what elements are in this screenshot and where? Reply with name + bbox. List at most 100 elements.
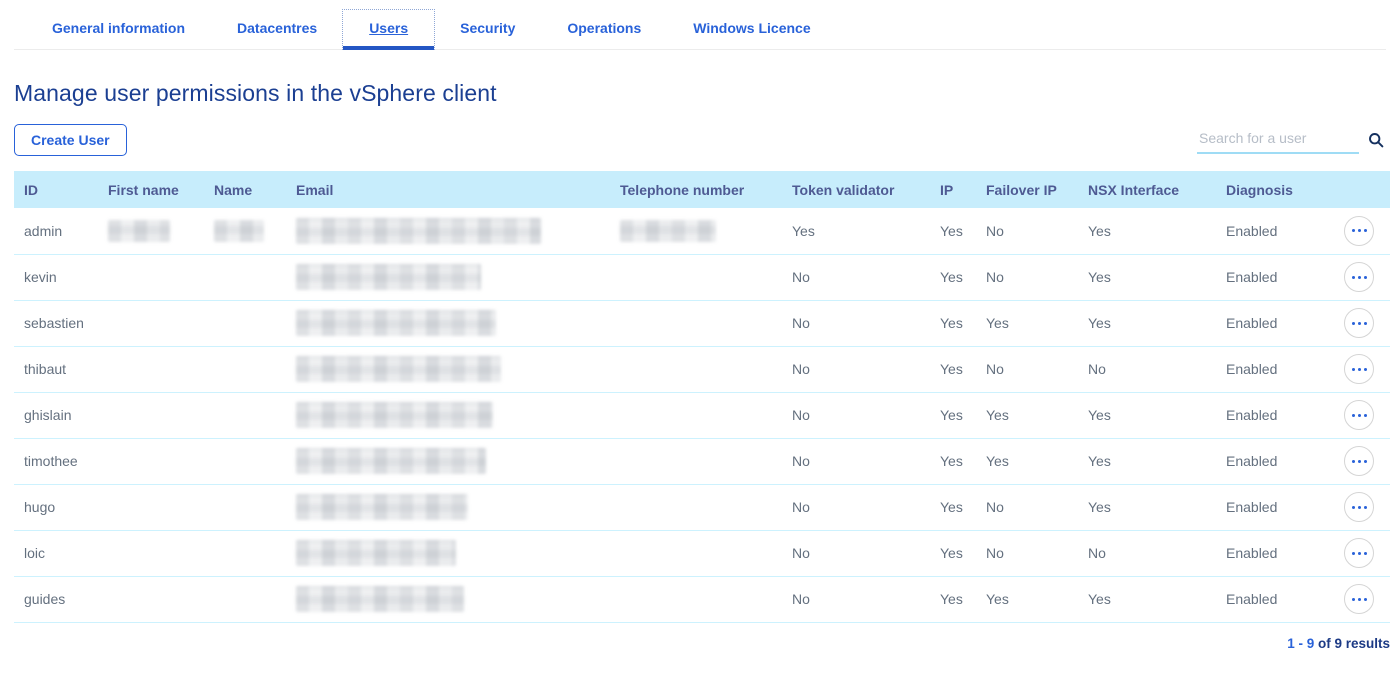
tab-label: Users (369, 20, 408, 36)
first-name-cell (108, 576, 214, 622)
failover-ip-cell: Yes (986, 300, 1088, 346)
name-cell (214, 300, 296, 346)
nsx-interface-cell: Yes (1088, 484, 1226, 530)
ip-cell: Yes (940, 576, 986, 622)
row-actions-button[interactable] (1344, 216, 1374, 246)
actions-cell (1330, 300, 1390, 346)
table-row: admin Yes Yes No Yes Enabled (14, 208, 1390, 254)
token-validator-cell: No (792, 392, 940, 438)
telephone-cell (620, 254, 792, 300)
email-cell (296, 208, 620, 254)
ip-cell: Yes (940, 392, 986, 438)
pagination-suffix: of 9 results (1318, 636, 1390, 651)
failover-ip-cell: No (986, 346, 1088, 392)
actions-cell (1330, 208, 1390, 254)
name-cell (214, 208, 296, 254)
tab-label: Windows Licence (693, 20, 810, 36)
column-header-nsx-interface: NSX Interface (1088, 171, 1226, 208)
tab-label: Datacentres (237, 20, 317, 36)
tab-security[interactable]: Security (434, 10, 541, 49)
user-id-cell: sebastien (14, 300, 108, 346)
tab-general-information[interactable]: General information (26, 10, 211, 49)
redacted-name (214, 220, 264, 242)
token-validator-cell: Yes (792, 208, 940, 254)
diagnosis-cell: Enabled (1226, 254, 1330, 300)
nsx-interface-cell: Yes (1088, 392, 1226, 438)
row-actions-button[interactable] (1344, 446, 1374, 476)
ellipsis-icon (1352, 414, 1355, 417)
email-cell (296, 300, 620, 346)
redacted-email (296, 586, 464, 612)
tab-label: General information (52, 20, 185, 36)
row-actions-button[interactable] (1344, 262, 1374, 292)
row-actions-button[interactable] (1344, 308, 1374, 338)
telephone-cell (620, 530, 792, 576)
actions-cell (1330, 530, 1390, 576)
telephone-cell (620, 484, 792, 530)
tab-operations[interactable]: Operations (541, 10, 667, 49)
tab-windows-licence[interactable]: Windows Licence (667, 10, 836, 49)
name-cell (214, 484, 296, 530)
telephone-cell (620, 392, 792, 438)
first-name-cell (108, 346, 214, 392)
token-validator-cell: No (792, 254, 940, 300)
name-cell (214, 530, 296, 576)
first-name-cell (108, 484, 214, 530)
actions-cell (1330, 254, 1390, 300)
table-row: guides No Yes Yes Yes Enabled (14, 576, 1390, 622)
name-cell (214, 254, 296, 300)
redacted-email (296, 494, 468, 520)
user-id-cell: admin (14, 208, 108, 254)
name-cell (214, 576, 296, 622)
redacted-email (296, 402, 493, 428)
actions-cell (1330, 484, 1390, 530)
actions-cell (1330, 346, 1390, 392)
row-actions-button[interactable] (1344, 354, 1374, 384)
column-header-telephone-number: Telephone number (620, 171, 792, 208)
first-name-cell (108, 530, 214, 576)
row-actions-button[interactable] (1344, 538, 1374, 568)
search-input[interactable] (1197, 127, 1359, 154)
redacted-email (296, 264, 481, 290)
actions-cell (1330, 576, 1390, 622)
row-actions-button[interactable] (1344, 584, 1374, 614)
column-header-failover-ip: Failover IP (986, 171, 1088, 208)
email-cell (296, 576, 620, 622)
failover-ip-cell: No (986, 530, 1088, 576)
ellipsis-icon (1352, 460, 1355, 463)
magnifier-icon[interactable] (1368, 132, 1384, 148)
ellipsis-icon (1352, 506, 1355, 509)
nsx-interface-cell: Yes (1088, 576, 1226, 622)
toolbar: Create User (14, 124, 1386, 156)
tab-users[interactable]: Users (343, 10, 434, 49)
failover-ip-cell: No (986, 484, 1088, 530)
email-cell (296, 530, 620, 576)
create-user-button[interactable]: Create User (14, 124, 127, 156)
tab-datacentres[interactable]: Datacentres (211, 10, 343, 49)
ellipsis-icon (1352, 598, 1355, 601)
ellipsis-icon (1352, 229, 1355, 232)
redacted-email (296, 540, 456, 566)
user-id-cell: timothee (14, 438, 108, 484)
row-actions-button[interactable] (1344, 492, 1374, 522)
nsx-interface-cell: Yes (1088, 438, 1226, 484)
ip-cell: Yes (940, 438, 986, 484)
name-cell (214, 392, 296, 438)
token-validator-cell: No (792, 484, 940, 530)
telephone-cell (620, 576, 792, 622)
ip-cell: Yes (940, 208, 986, 254)
redacted-email (296, 448, 486, 474)
column-header-first-name: First name (108, 171, 214, 208)
failover-ip-cell: Yes (986, 438, 1088, 484)
row-actions-button[interactable] (1344, 400, 1374, 430)
diagnosis-cell: Enabled (1226, 484, 1330, 530)
email-cell (296, 484, 620, 530)
tab-label: Security (460, 20, 515, 36)
failover-ip-cell: Yes (986, 576, 1088, 622)
table-row: timothee No Yes Yes Yes Enabled (14, 438, 1390, 484)
pagination-range: 1 - 9 (1287, 636, 1314, 651)
ellipsis-icon (1352, 368, 1355, 371)
first-name-cell (108, 300, 214, 346)
redacted-first-name (108, 220, 170, 242)
token-validator-cell: No (792, 438, 940, 484)
